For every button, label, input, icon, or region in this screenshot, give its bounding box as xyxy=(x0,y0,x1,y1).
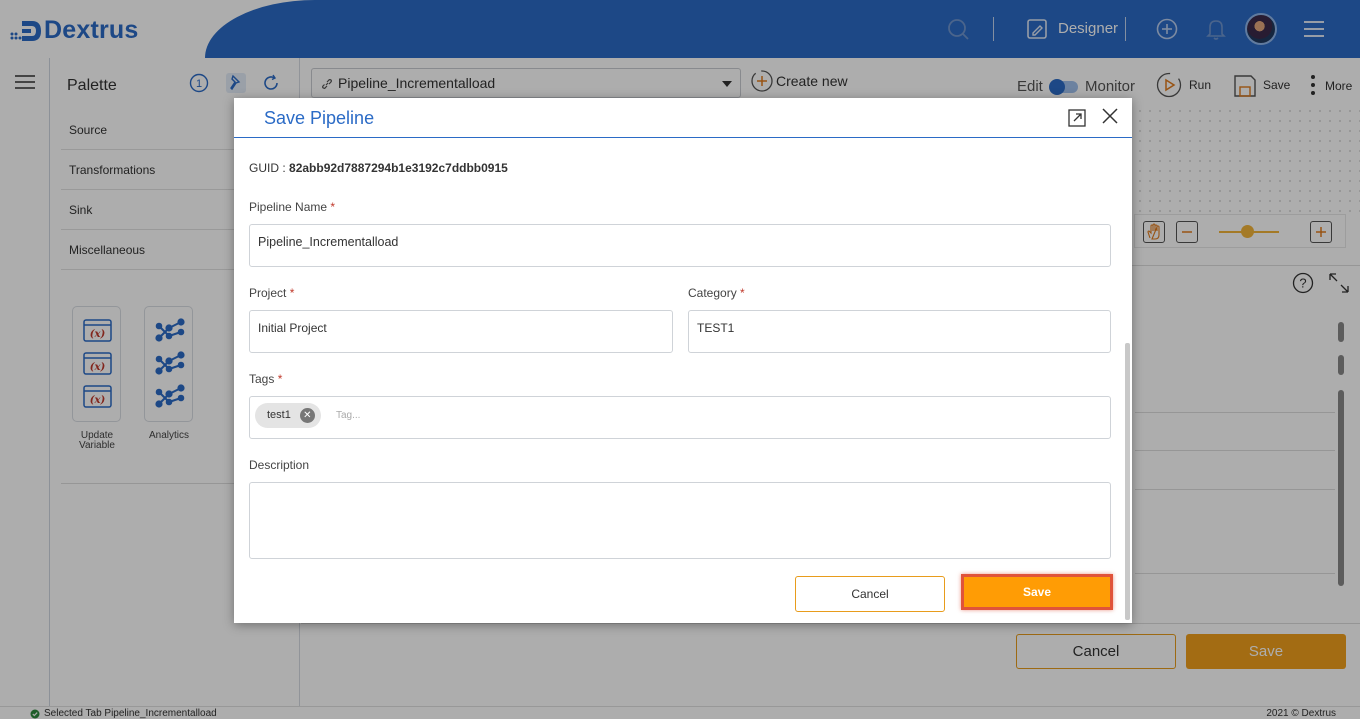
save-pipeline-dialog: Save Pipeline GUID : 82abb92d7887294b1e3… xyxy=(234,98,1132,623)
tags-label: Tags * xyxy=(249,372,283,386)
description-textarea[interactable] xyxy=(249,482,1111,559)
category-input[interactable]: TEST1 xyxy=(688,310,1111,353)
cancel-button[interactable]: Cancel xyxy=(795,576,945,612)
close-icon[interactable] xyxy=(1101,107,1119,125)
dialog-scrollbar[interactable] xyxy=(1125,343,1130,620)
guid-label: GUID : xyxy=(249,161,290,175)
project-label: Project * xyxy=(249,286,295,300)
description-label: Description xyxy=(249,458,310,472)
project-input[interactable]: Initial Project xyxy=(249,310,673,353)
category-label: Category * xyxy=(688,286,745,300)
tag-chip: test1 ✕ xyxy=(255,403,321,428)
tag-placeholder[interactable]: Tag... xyxy=(336,410,360,421)
tag-chip-label: test1 xyxy=(267,409,291,421)
remove-tag-icon[interactable]: ✕ xyxy=(299,408,315,423)
save-button[interactable]: Save xyxy=(961,574,1113,610)
dialog-title: Save Pipeline xyxy=(264,108,375,128)
tags-input[interactable]: test1 ✕ Tag... xyxy=(249,396,1111,439)
guid-value: 82abb92d7887294b1e3192c7ddbb0915 xyxy=(289,161,508,175)
pipeline-name-label: Pipeline Name * xyxy=(249,200,336,214)
pipeline-name-input[interactable]: Pipeline_Incrementalload xyxy=(249,224,1111,267)
guid-text: GUID : 82abb92d7887294b1e3192c7ddbb0915 xyxy=(249,161,508,175)
dialog-header: Save Pipeline xyxy=(234,98,1132,138)
maximize-icon[interactable] xyxy=(1068,109,1086,127)
